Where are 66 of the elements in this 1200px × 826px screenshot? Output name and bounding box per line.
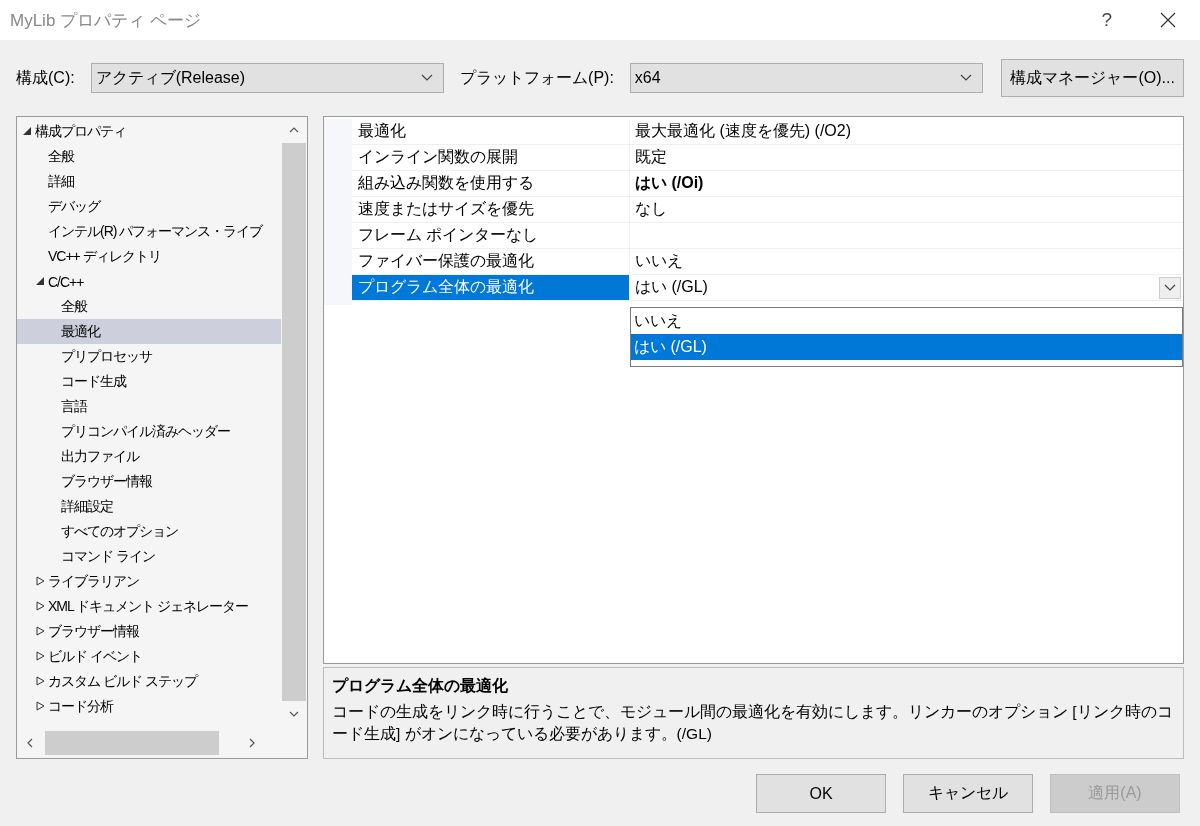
property-name[interactable]: フレーム ポインターなし <box>352 223 630 248</box>
chevron-right-icon[interactable] <box>249 738 255 748</box>
window-title: MyLib プロパティ ページ <box>10 9 202 32</box>
property-name[interactable]: 速度またはサイズを優先 <box>352 197 630 222</box>
tree-item[interactable]: プリプロセッサ <box>17 344 281 369</box>
chevron-up-icon[interactable] <box>289 127 299 133</box>
tree-item[interactable]: すべてのオプション <box>17 519 281 544</box>
tree-item[interactable]: コード生成 <box>17 369 281 394</box>
chevron-down-icon <box>960 74 973 82</box>
config-dropdown[interactable]: アクティブ(Release) <box>90 63 445 93</box>
property-name[interactable]: プログラム全体の最適化 <box>352 275 630 300</box>
property-value[interactable]: はい (/Oi) <box>630 171 1183 196</box>
collapsed-icon[interactable] <box>36 576 45 586</box>
property-value[interactable]: 既定 <box>630 145 1183 170</box>
expanded-icon[interactable] <box>36 276 45 286</box>
collapsed-icon[interactable] <box>36 701 45 711</box>
expanded-icon[interactable] <box>23 126 32 136</box>
chevron-down-icon[interactable] <box>289 711 299 717</box>
tree-item[interactable]: 構成プロパティ <box>17 119 281 144</box>
tree-item[interactable]: 全般 <box>17 144 281 169</box>
tree-item[interactable]: プリコンパイル済みヘッダー <box>17 419 281 444</box>
property-value-dropdown[interactable]: はい (/GL) <box>630 275 1183 300</box>
tree-item[interactable]: ブラウザー情報 <box>17 619 281 644</box>
platform-label: プラットフォーム(P): <box>460 67 614 88</box>
tree-item[interactable]: C/C++ <box>17 269 281 294</box>
collapsed-icon[interactable] <box>36 601 45 611</box>
tree-item[interactable]: ビルド イベント <box>17 644 281 669</box>
tree-item[interactable]: コード分析 <box>17 694 281 719</box>
tree-item[interactable]: 出力ファイル <box>17 444 281 469</box>
help-button[interactable]: ? <box>1093 9 1120 31</box>
property-name[interactable]: ファイバー保護の最適化 <box>352 249 630 274</box>
tree-item[interactable]: 詳細設定 <box>17 494 281 519</box>
property-name[interactable]: インライン関数の展開 <box>352 145 630 170</box>
tree-item[interactable]: 全般 <box>17 294 281 319</box>
platform-dropdown[interactable]: x64 <box>629 63 984 93</box>
dropdown-option[interactable]: いいえ <box>631 308 1182 334</box>
tree-item[interactable]: コマンド ライン <box>17 544 281 569</box>
collapsed-icon[interactable] <box>36 676 45 686</box>
dropdown-option[interactable]: はい (/GL) <box>631 334 1182 360</box>
tree-item[interactable]: ライブラリアン <box>17 569 281 594</box>
config-label: 構成(C): <box>16 67 75 88</box>
chevron-down-icon <box>421 74 434 82</box>
tree-item[interactable]: 詳細 <box>17 169 281 194</box>
collapsed-icon[interactable] <box>36 626 45 636</box>
dialog-button[interactable]: キャンセル <box>903 774 1033 813</box>
dialog-button[interactable]: OK <box>756 774 886 813</box>
tree-item[interactable]: デバッグ <box>17 194 281 219</box>
config-manager-button[interactable]: 構成マネージャー(O)... <box>1001 59 1184 97</box>
description-title: プログラム全体の最適化 <box>332 676 509 696</box>
property-value[interactable]: いいえ <box>630 249 1183 274</box>
tree-item[interactable]: ブラウザー情報 <box>17 469 281 494</box>
tree-item[interactable]: カスタム ビルド ステップ <box>17 669 281 694</box>
collapsed-icon[interactable] <box>36 651 45 661</box>
tree-item[interactable]: 最適化 <box>17 319 281 344</box>
property-name[interactable]: 最適化 <box>352 119 630 144</box>
chevron-down-icon[interactable] <box>1164 283 1176 292</box>
property-value[interactable]: なし <box>630 197 1183 222</box>
chevron-left-icon[interactable] <box>27 738 33 748</box>
tree-item[interactable]: インテル(R) パフォーマンス・ライブ <box>17 219 281 244</box>
tree-item[interactable]: 言語 <box>17 394 281 419</box>
tree-item[interactable]: XML ドキュメント ジェネレーター <box>17 594 281 619</box>
property-name[interactable]: 組み込み関数を使用する <box>352 171 630 196</box>
tree-item[interactable]: VC++ ディレクトリ <box>17 244 281 269</box>
property-value[interactable]: 最大最適化 (速度を優先) (/O2) <box>630 119 1183 144</box>
close-icon[interactable] <box>1160 12 1176 28</box>
description-text: コードの生成をリンク時に行うことで、モジュール間の最適化を有効にします。リンカーのオプション [リンク時のコード生成] がオンになっている必要があります。(/GL) <box>332 702 1174 745</box>
